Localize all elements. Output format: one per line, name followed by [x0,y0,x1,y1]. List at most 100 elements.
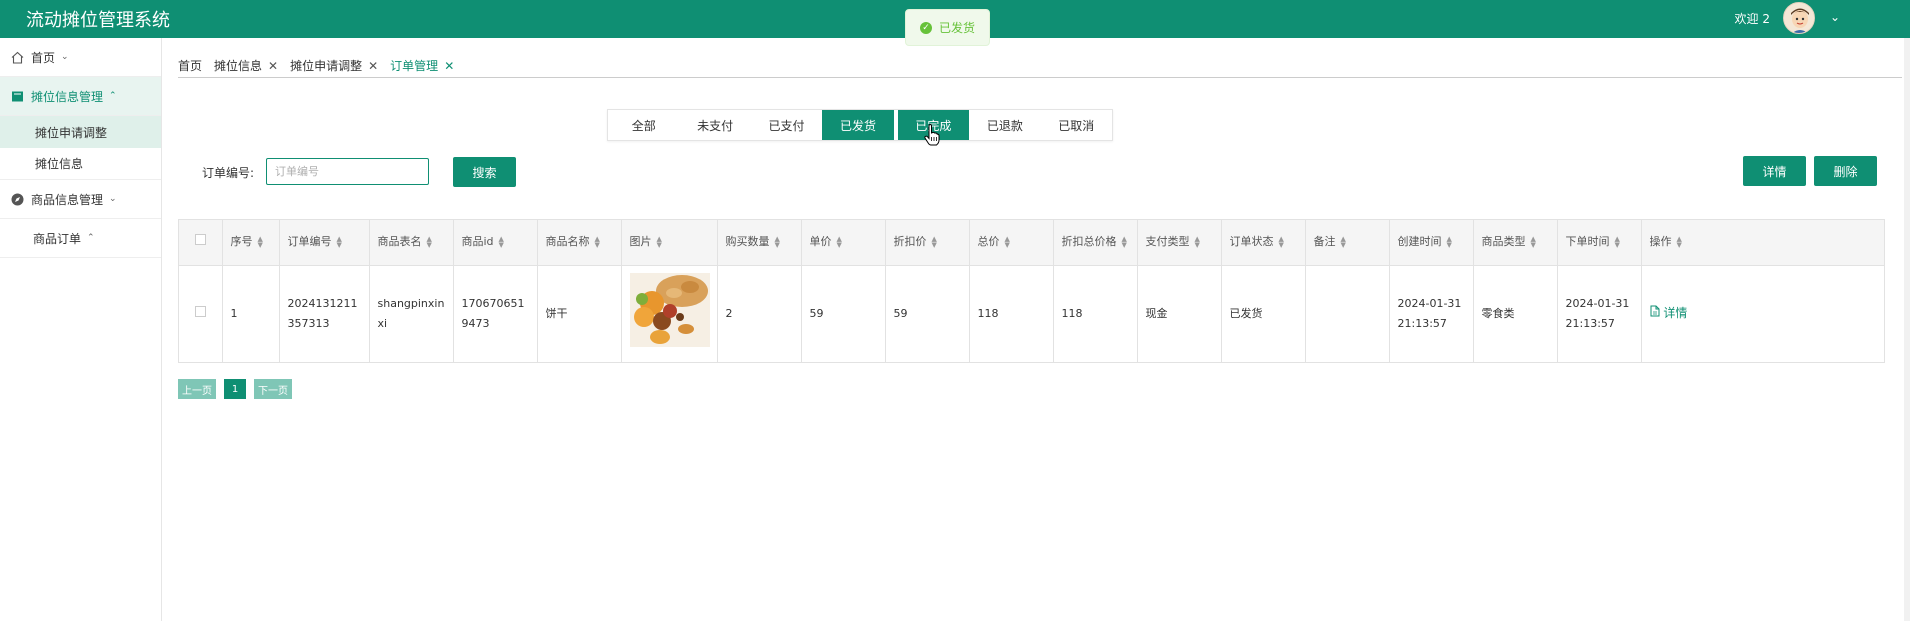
column-header[interactable]: 备注 ▲ ▼ [1305,220,1390,266]
delete-button[interactable]: 删除 [1814,156,1877,186]
sort-icon[interactable]: ▲ ▼ [1005,236,1010,249]
sort-icon[interactable]: ▲ ▼ [1447,236,1452,249]
close-icon[interactable]: ✕ [444,59,454,73]
column-label: 订单状态 [1229,235,1274,249]
column-header[interactable]: 折扣价 ▲ ▼ [885,220,970,266]
column-label: 支付类型 [1145,235,1190,249]
order-number-search-input[interactable] [266,158,429,185]
sort-icon[interactable]: ▲ ▼ [499,236,504,249]
product-image[interactable] [629,273,710,348]
avatar[interactable] [1783,2,1815,34]
tab-stall-application[interactable]: 摊位申请调整 ✕ [290,57,378,74]
column-header[interactable]: 折扣总价格 ▲ ▼ [1053,220,1138,266]
column-header[interactable]: 创建时间 ▲ ▼ [1389,220,1474,266]
sidebar-item-label: 摊位信息 [35,157,84,171]
row-detail-link[interactable]: 详情 [1650,305,1687,320]
column-label: 单价 [809,235,832,249]
column-header[interactable]: 购买数量 ▲ ▼ [717,220,802,266]
page-number-current[interactable]: 1 [224,379,246,399]
user-avatar-icon [1784,3,1814,33]
chevron-up-icon: ⌃ [87,233,95,243]
column-header[interactable]: 下单时间 ▲ ▼ [1557,220,1642,266]
column-label: 商品表名 [377,235,422,249]
sort-icon[interactable]: ▲ ▼ [595,236,600,249]
sidebar-item-label: 商品订单 [33,231,82,246]
close-icon[interactable]: ✕ [368,59,378,73]
column-header[interactable]: 商品名称 ▲ ▼ [537,220,622,266]
sort-icon[interactable]: ▲ ▼ [657,236,662,249]
sort-icon[interactable]: ▲ ▼ [932,236,937,249]
filter-unpaid[interactable]: 未支付 [679,110,750,140]
cell-discount-price: 59 [885,265,970,362]
sidebar: 首页 ⌄ 摊位信息管理 ⌃ 摊位申请调整 摊位信息 商品信息管理 ⌄ 商品订单 … [0,38,162,621]
filter-shipped[interactable]: 已发货 [822,110,894,140]
sort-icon[interactable]: ▲ ▼ [1615,236,1620,249]
next-page-button[interactable]: 下一页 [254,379,292,399]
welcome-text: 欢迎 2 [1734,12,1770,26]
sort-icon[interactable]: ▲ ▼ [837,236,842,249]
detail-button[interactable]: 详情 [1743,156,1806,186]
column-label: 总价 [977,235,1000,249]
column-header[interactable]: 支付类型 ▲ ▼ [1137,220,1222,266]
cell-price: 59 [801,265,886,362]
column-header[interactable]: 商品类型 ▲ ▼ [1473,220,1558,266]
close-icon[interactable]: ✕ [268,59,278,73]
search-button[interactable]: 搜索 [453,157,516,187]
column-header[interactable]: 订单编号 ▲ ▼ [279,220,370,266]
tabs-divider [178,77,1902,78]
sort-icon[interactable]: ▲ ▼ [1531,236,1536,249]
row-checkbox[interactable] [194,305,206,317]
column-label: 订单编号 [287,235,332,249]
home-icon [10,50,24,64]
sidebar-item-goods-management[interactable]: 商品信息管理 ⌄ [0,180,161,219]
tab-stall-info[interactable]: 摊位信息 ✕ [214,57,278,74]
filter-cancelled[interactable]: 已取消 [1041,110,1112,140]
column-header[interactable]: 商品表名 ▲ ▼ [369,220,454,266]
prev-page-button[interactable]: 上一页 [178,379,216,399]
sidebar-item-stall-management[interactable]: 摊位信息管理 ⌃ [0,77,161,116]
column-header[interactable]: 总价 ▲ ▼ [969,220,1054,266]
sort-icon[interactable]: ▲ ▼ [258,236,263,249]
tab-order-management[interactable]: 订单管理 ✕ [390,57,454,74]
cell-total: 118 [969,265,1054,362]
tab-home[interactable]: 首页 [178,57,202,74]
document-icon [1650,305,1659,317]
column-header[interactable]: 订单状态 ▲ ▼ [1221,220,1306,266]
sort-icon[interactable]: ▲ ▼ [1195,236,1200,249]
column-header[interactable]: 单价 ▲ ▼ [801,220,886,266]
cell-order-time: 2024-01-31 21:13:57 [1557,265,1642,362]
column-label: 序号 [230,235,253,249]
filter-all[interactable]: 全部 [608,110,679,140]
tab-label: 首页 [178,58,203,73]
user-menu-chevron-icon[interactable]: ⌄ [1830,10,1840,24]
sort-icon[interactable]: ▲ ▼ [1279,236,1284,249]
filter-refunded[interactable]: 已退款 [969,110,1040,140]
tab-bar: 首页 摊位信息 ✕ 摊位申请调整 ✕ 订单管理 ✕ [178,50,466,80]
sidebar-item-home[interactable]: 首页 ⌄ [0,38,161,77]
sort-icon[interactable]: ▲ ▼ [427,236,432,249]
cell-quantity: 2 [717,265,802,362]
sort-icon[interactable]: ▲ ▼ [775,236,780,249]
hand-pointer-cursor-icon [924,124,940,146]
column-label: 折扣价 [893,235,927,249]
filter-paid[interactable]: 已支付 [751,110,822,140]
table-header-row: 序号 ▲ ▼ 订单编号 ▲ ▼ 商品表名 ▲ ▼ 商品id ▲ ▼ 商品名称 ▲ ▼ 图片 ▲ ▼ 购买… [179,220,1884,266]
column-header[interactable]: 图片 ▲ ▼ [621,220,718,266]
sort-icon[interactable]: ▲ ▼ [1677,236,1682,249]
chevron-up-icon: ⌃ [109,91,117,101]
sort-icon[interactable]: ▲ ▼ [1341,236,1346,249]
sidebar-item-goods-order[interactable]: 商品订单 ⌃ [0,219,161,258]
select-all-checkbox[interactable] [194,234,206,246]
column-header[interactable]: 序号 ▲ ▼ [222,220,280,266]
compass-icon [10,192,24,206]
sidebar-item-stall-application[interactable]: 摊位申请调整 [0,116,161,148]
cell-goods-id: 1706706519473 [453,265,538,362]
column-header[interactable]: 操作 ▲ ▼ [1641,220,1884,266]
sidebar-item-stall-info[interactable]: 摊位信息 [0,148,161,180]
table-row[interactable]: 1 2024131211357313 shangpinxinxi 1706706… [179,265,1884,362]
sort-icon[interactable]: ▲ ▼ [337,236,342,249]
sort-icon[interactable]: ▲ ▼ [1122,236,1127,249]
sidebar-item-label: 首页 [31,50,56,65]
scrollbar[interactable] [1904,38,1910,621]
column-header[interactable]: 商品id ▲ ▼ [453,220,538,266]
